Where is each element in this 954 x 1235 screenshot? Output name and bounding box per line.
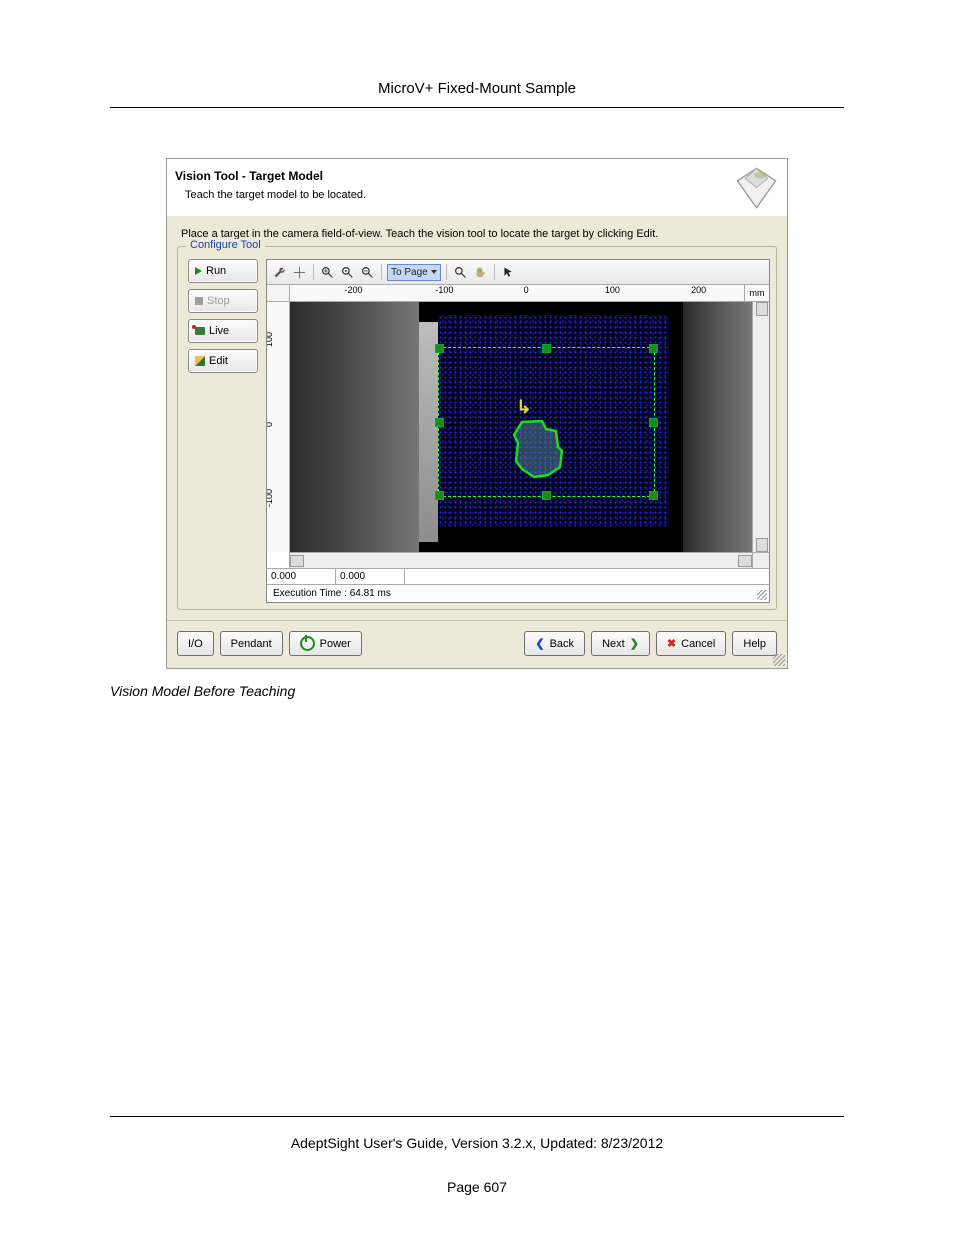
roi-handle[interactable] [542, 344, 551, 353]
edit-icon [195, 356, 205, 366]
chevron-down-icon [431, 270, 437, 274]
zoom-reset-icon[interactable] [339, 264, 356, 281]
document-header: MicroV+ Fixed-Mount Sample [110, 80, 844, 97]
ruler-horizontal: -200 -100 0 100 200 [290, 285, 744, 302]
toolbar-separator [313, 264, 314, 280]
window-subtitle: Teach the target model to be located. [175, 189, 726, 201]
toolbar-separator [446, 264, 447, 280]
readout-x: 0.000 [267, 569, 336, 584]
crosshair-icon[interactable] [291, 264, 308, 281]
roi-handle[interactable] [649, 344, 658, 353]
edit-label: Edit [209, 355, 228, 367]
ruler-tick: 0 [267, 422, 274, 427]
roi-handle[interactable] [649, 418, 658, 427]
coordinate-readout: 0.000 0.000 [267, 568, 769, 584]
adept-logo-icon [734, 165, 779, 210]
image-viewer: To Page -200 -100 0 [266, 259, 770, 603]
pendant-label: Pendant [231, 638, 272, 650]
ruler-tick: -100 [267, 489, 274, 507]
live-label: Live [209, 325, 229, 337]
back-button[interactable]: ❮ Back [524, 631, 585, 656]
run-button[interactable]: Run [188, 259, 258, 283]
zoom-in-icon[interactable] [319, 264, 336, 281]
to-page-label: To Page [391, 267, 428, 278]
readout-y: 0.000 [336, 569, 405, 584]
roi-handle[interactable] [542, 491, 551, 500]
pendant-button[interactable]: Pendant [220, 631, 283, 656]
side-button-column: Run Stop Live Edit [188, 259, 258, 603]
next-button[interactable]: Next ❯ [591, 631, 650, 656]
pan-hand-icon[interactable] [472, 264, 489, 281]
ruler-tick: 200 [691, 285, 706, 295]
camera-icon [195, 327, 205, 335]
power-button[interactable]: Power [289, 631, 362, 656]
next-arrow-icon: ❯ [630, 637, 639, 650]
zoom-select-icon[interactable] [452, 264, 469, 281]
footer-rule [110, 1116, 844, 1117]
ruler-unit: mm [744, 285, 769, 302]
window-title: Vision Tool - Target Model [175, 169, 726, 183]
roi-handle[interactable] [435, 418, 444, 427]
ruler-tick: -200 [345, 285, 363, 295]
vertical-scrollbar[interactable] [752, 302, 769, 552]
cancel-x-icon: ✖ [667, 637, 676, 650]
page-footer: AdeptSight User's Guide, Version 3.2.x, … [110, 1116, 844, 1195]
ruler-corner [267, 285, 290, 302]
figure-caption: Vision Model Before Teaching [110, 683, 844, 699]
stop-icon [195, 297, 203, 305]
power-icon [300, 636, 315, 651]
ruler-vertical: 100 0 -100 [267, 302, 290, 552]
viewer-toolbar: To Page [267, 260, 769, 285]
wizard-button-bar: I/O Pendant Power ❮ Back Next ❯ ✖ Cancel He… [167, 620, 787, 668]
stop-label: Stop [207, 295, 230, 307]
roi-handle[interactable] [435, 491, 444, 500]
stop-button[interactable]: Stop [188, 289, 258, 313]
pointer-icon[interactable] [500, 264, 517, 281]
screenshot-window: Vision Tool - Target Model Teach the tar… [166, 158, 788, 669]
footer-text: AdeptSight User's Guide, Version 3.2.x, … [110, 1135, 844, 1151]
header-rule [110, 107, 844, 108]
help-button[interactable]: Help [732, 631, 777, 656]
play-icon [195, 267, 202, 275]
run-label: Run [206, 265, 226, 277]
camera-canvas[interactable]: ↳ [290, 302, 752, 552]
cancel-button[interactable]: ✖ Cancel [656, 631, 726, 656]
detected-part-outline [512, 417, 567, 482]
help-label: Help [743, 638, 766, 650]
wrench-icon[interactable] [271, 264, 288, 281]
ruler-tick: 100 [605, 285, 620, 295]
live-button[interactable]: Live [188, 319, 258, 343]
io-button[interactable]: I/O [177, 631, 214, 656]
axis-indicator-icon: ↳ [516, 397, 531, 418]
next-label: Next [602, 638, 625, 650]
toolbar-separator [494, 264, 495, 280]
toolbar-separator [381, 264, 382, 280]
to-page-dropdown[interactable]: To Page [387, 264, 441, 281]
configure-tool-group: Configure Tool Run Stop Live Edit [177, 246, 777, 610]
back-arrow-icon: ❮ [535, 637, 544, 650]
ruler-tick: 100 [267, 332, 274, 347]
ruler-tick: 0 [524, 285, 529, 295]
status-bar: Execution Time : 64.81 ms [267, 584, 769, 602]
group-label: Configure Tool [186, 239, 265, 251]
page-number: Page 607 [110, 1179, 844, 1195]
back-label: Back [550, 638, 574, 650]
io-label: I/O [188, 638, 203, 650]
cancel-label: Cancel [681, 638, 715, 650]
horizontal-scrollbar[interactable] [290, 552, 752, 568]
roi-handle[interactable] [435, 344, 444, 353]
power-label: Power [320, 638, 351, 650]
ruler-tick: -100 [435, 285, 453, 295]
edit-button[interactable]: Edit [188, 349, 258, 373]
zoom-out-icon[interactable] [359, 264, 376, 281]
title-bar: Vision Tool - Target Model Teach the tar… [167, 159, 787, 216]
roi-handle[interactable] [649, 491, 658, 500]
